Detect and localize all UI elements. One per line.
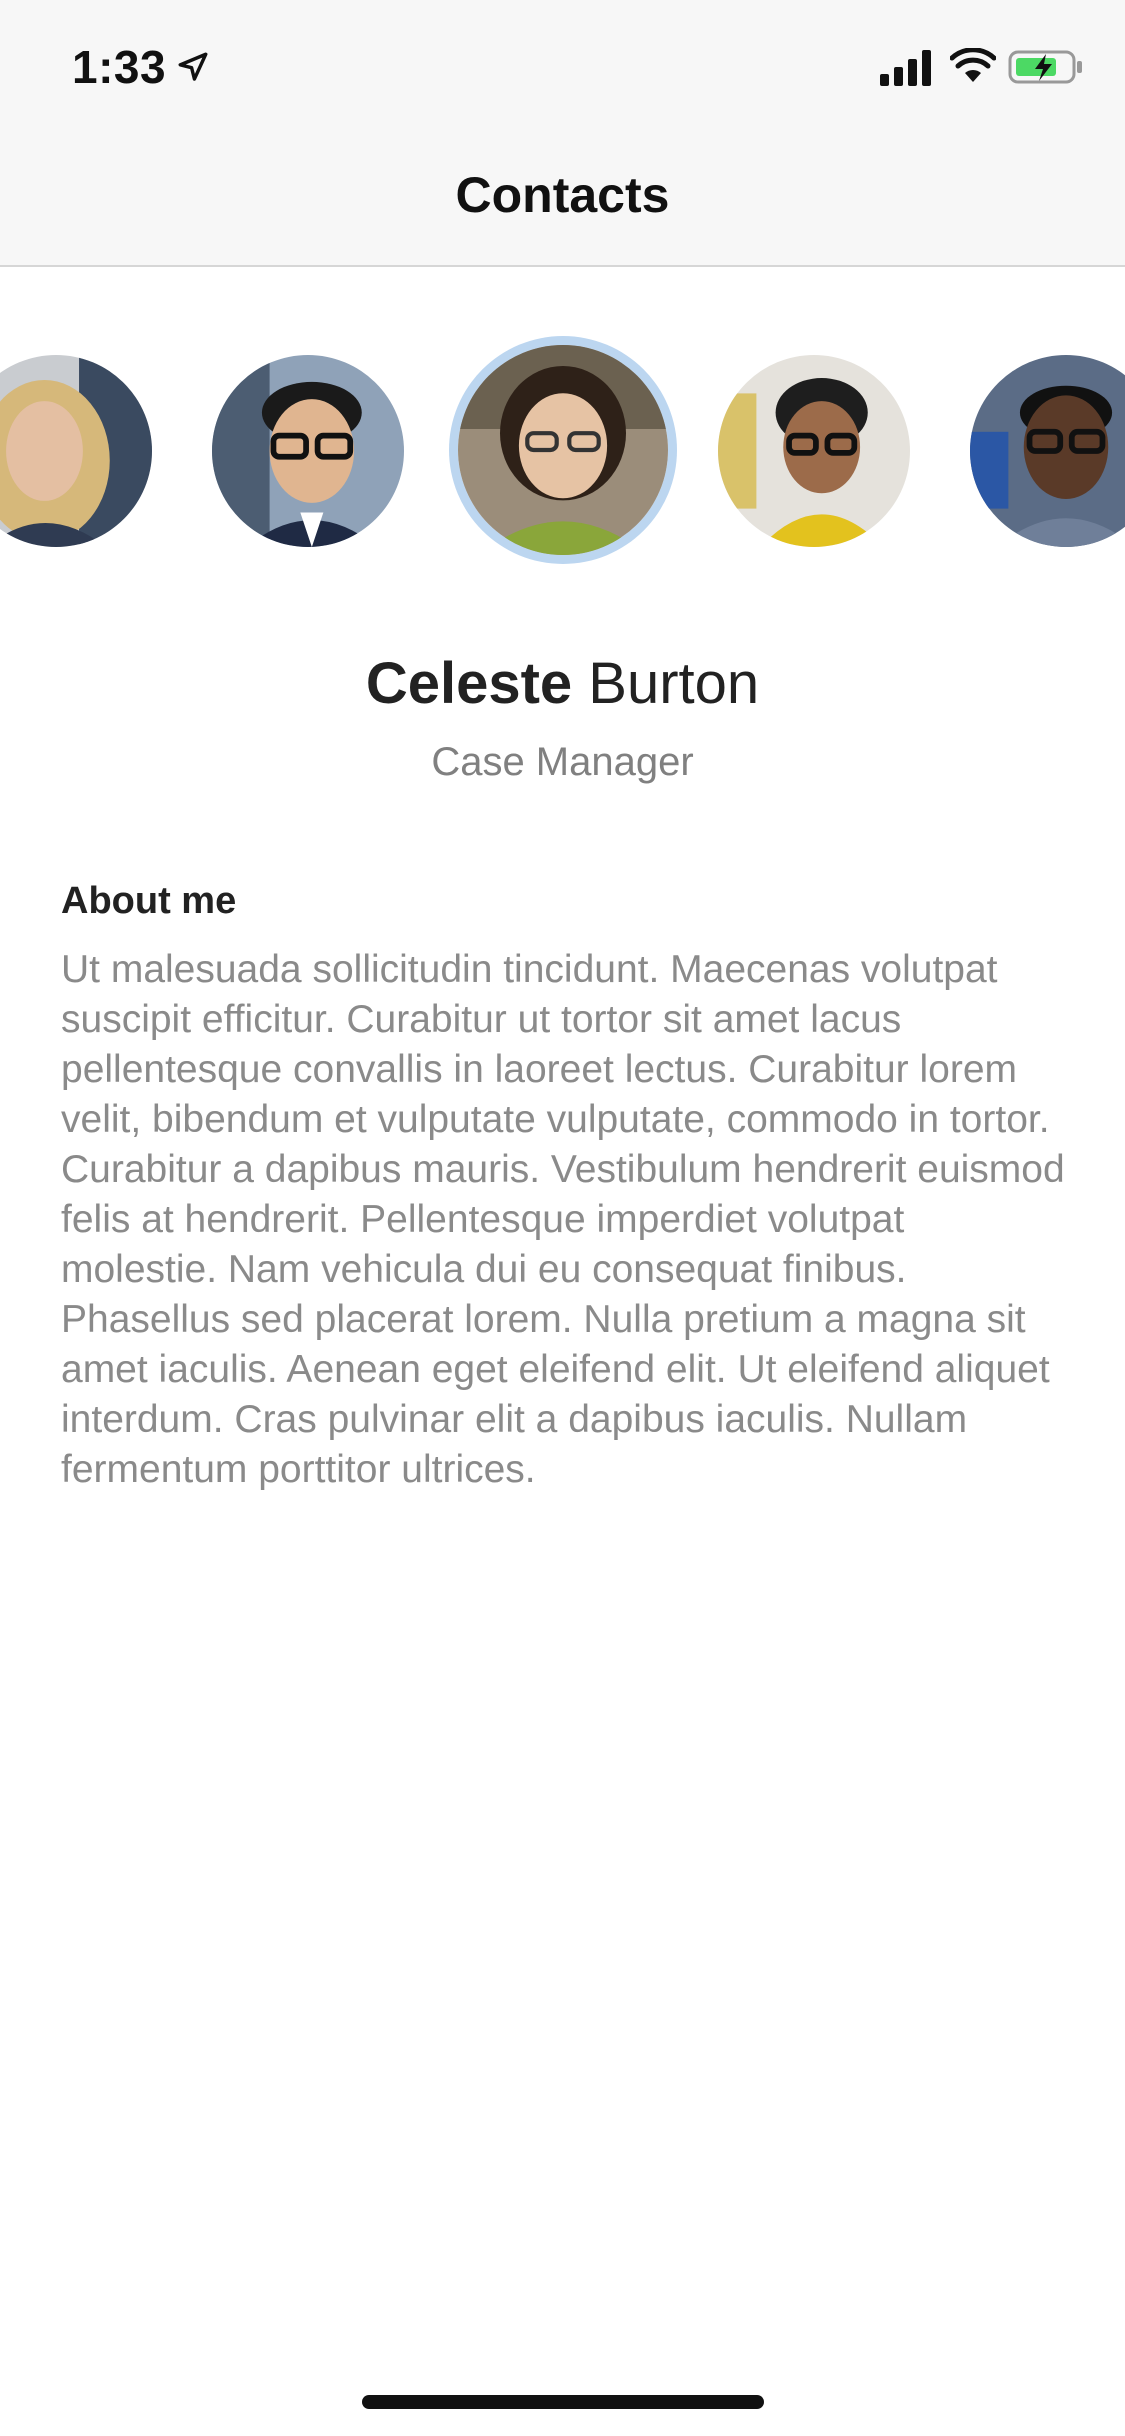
status-time: 1:33: [72, 41, 167, 93]
wifi-icon: [950, 48, 996, 82]
contact-role: Case Manager: [431, 740, 694, 784]
home-indicator[interactable]: [362, 2395, 764, 2409]
contact-avatar[interactable]: [212, 355, 404, 547]
about-text: Ut malesuada sollicitudin tincidunt. Mae…: [61, 948, 1065, 1491]
contact-avatar[interactable]: [970, 355, 1125, 547]
location-arrow-icon: [178, 52, 208, 81]
contact-last-name: Burton: [588, 651, 760, 716]
contact-avatar[interactable]: [718, 355, 910, 547]
battery-charging-icon: [1008, 50, 1082, 84]
about-heading: About me: [61, 880, 237, 922]
cellular-signal-icon: [880, 50, 931, 86]
contact-avatar-selected[interactable]: [458, 345, 668, 555]
contact-first-name: Celeste: [365, 651, 573, 716]
man-glasses-avatar-icon: [212, 355, 404, 547]
contact-name: Celeste Burton: [0, 650, 1125, 717]
contact-avatar[interactable]: [0, 355, 152, 547]
contact-carousel[interactable]: [0, 265, 1125, 595]
woman-yellow-scarf-avatar-icon: [718, 355, 910, 547]
top-bar: 1:33 Contacts: [0, 0, 1125, 267]
woman-blonde-avatar-icon: [0, 355, 152, 547]
woman-glasses-avatar-icon: [458, 345, 668, 555]
page-title: Contacts: [455, 167, 670, 223]
man-glasses-avatar-2-icon: [970, 355, 1125, 547]
